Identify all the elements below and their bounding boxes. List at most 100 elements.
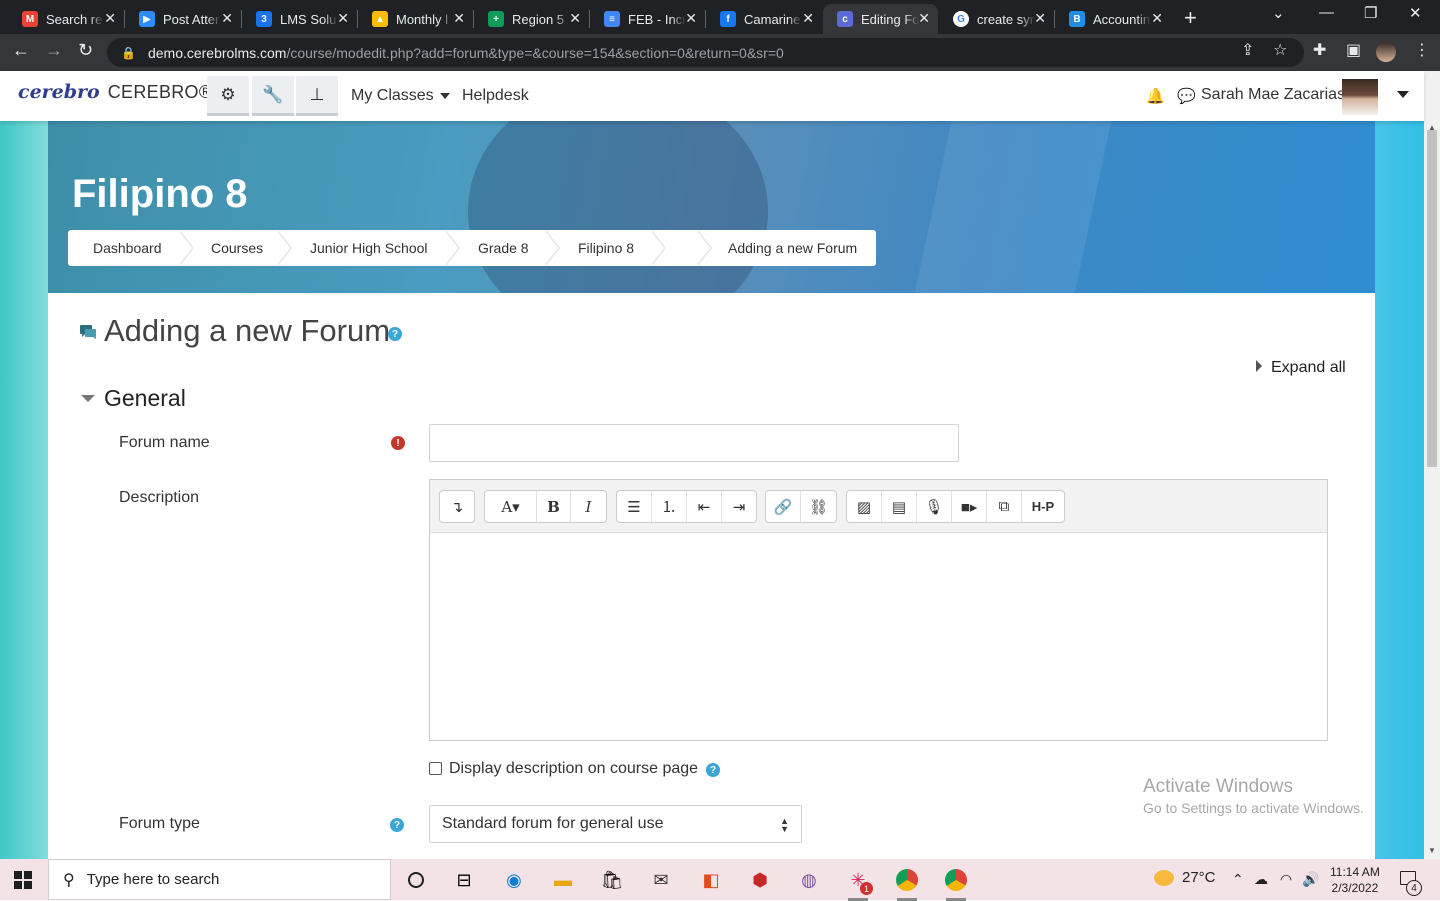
minimize-button[interactable]: — xyxy=(1319,4,1334,21)
collapse-general-icon[interactable] xyxy=(81,395,95,402)
site-logo[interactable]: cerebro CEREBRO® xyxy=(18,81,212,103)
forum-name-input[interactable] xyxy=(429,424,959,462)
expand-all-link[interactable]: Expand all xyxy=(1256,359,1346,377)
toolbar-toggle-icon[interactable]: ↴ xyxy=(440,491,474,522)
share-icon[interactable]: ⇪ xyxy=(1241,40,1254,60)
scrollbar-thumb[interactable] xyxy=(1427,130,1437,467)
bell-icon[interactable]: 🔔 xyxy=(1146,87,1165,105)
task-view-icon[interactable]: ⊟ xyxy=(451,867,477,893)
browser-tab[interactable]: 3 LMS Solut ✕ xyxy=(242,4,357,34)
unlink-icon[interactable]: ⛓ xyxy=(801,491,836,522)
volume-icon[interactable]: 🔊 xyxy=(1302,871,1319,888)
tab-search-icon[interactable]: ⌄ xyxy=(1272,4,1285,22)
my-classes-menu[interactable]: My Classes xyxy=(351,87,450,105)
scroll-up-icon[interactable]: ▲ xyxy=(1428,123,1436,132)
avatar[interactable] xyxy=(1342,79,1378,115)
show-hidden-icons-icon[interactable]: ⌃ xyxy=(1232,871,1244,888)
bookmark-star-icon[interactable]: ☆ xyxy=(1273,40,1287,60)
display-description-checkbox[interactable] xyxy=(429,762,442,775)
sidepanel-icon[interactable]: ▣ xyxy=(1346,40,1361,60)
windows-start-icon[interactable] xyxy=(14,871,32,889)
sitemap-icon[interactable]: ⊥ xyxy=(296,76,338,116)
breadcrumb-item-courses[interactable]: Courses xyxy=(211,240,263,256)
manage-files-icon[interactable]: ⧉ xyxy=(987,491,1022,522)
chrome-menu-icon[interactable]: ⋮ xyxy=(1414,40,1430,60)
help-icon[interactable]: ? xyxy=(706,763,720,777)
breadcrumb-item-grade-8[interactable]: Grade 8 xyxy=(478,240,529,256)
back-icon[interactable]: ← xyxy=(12,40,30,61)
close-icon[interactable]: ✕ xyxy=(221,10,233,27)
wrench-icon[interactable]: 🔧 xyxy=(252,76,294,116)
user-menu-chevron-icon[interactable] xyxy=(1397,91,1409,98)
close-icon[interactable]: ✕ xyxy=(918,10,930,27)
breadcrumb-item-filipino-8[interactable]: Filipino 8 xyxy=(578,240,634,256)
help-icon[interactable]: ? xyxy=(388,327,402,341)
forward-icon[interactable]: → xyxy=(45,40,63,61)
close-icon[interactable]: ✕ xyxy=(1034,10,1046,27)
file-explorer-icon[interactable]: ▬ xyxy=(550,867,576,893)
close-icon[interactable]: ✕ xyxy=(685,10,697,27)
restore-button[interactable]: ❐ xyxy=(1364,4,1377,22)
settings-gears-icon[interactable]: ⚙ xyxy=(207,76,249,116)
address-bar[interactable]: 🔒 demo.cerebrolms.com/course/modedit.php… xyxy=(107,38,1304,67)
helpdesk-link[interactable]: Helpdesk xyxy=(462,87,529,105)
indent-icon[interactable]: ⇥ xyxy=(722,491,756,522)
browser-tab[interactable]: B Accountin ✕ xyxy=(1055,4,1171,34)
record-audio-icon[interactable]: 🎙 xyxy=(917,491,952,522)
scroll-down-icon[interactable]: ▼ xyxy=(1428,846,1436,855)
description-textarea[interactable] xyxy=(430,534,1327,740)
browser-tab[interactable]: ▲ Monthly l ✕ xyxy=(358,4,473,34)
onedrive-icon[interactable]: ☁ xyxy=(1254,871,1268,888)
viber-icon[interactable]: ◍ xyxy=(796,867,822,893)
chrome-profile-icon[interactable] xyxy=(943,867,969,901)
new-tab-button[interactable]: + xyxy=(1184,5,1197,31)
cortana-icon[interactable] xyxy=(403,867,429,893)
profile-avatar[interactable] xyxy=(1376,42,1396,62)
image-icon[interactable]: ▨ xyxy=(847,491,882,522)
browser-tab[interactable]: + Region 5 ✕ xyxy=(474,4,589,34)
store-icon[interactable]: 🛍 xyxy=(599,867,625,893)
wifi-icon[interactable]: ◠ xyxy=(1280,871,1292,888)
user-name[interactable]: Sarah Mae Zacarias xyxy=(1201,86,1345,104)
mail-icon[interactable]: ✉ xyxy=(648,867,674,893)
close-icon[interactable]: ✕ xyxy=(337,10,349,27)
bold-icon[interactable]: B xyxy=(537,491,571,522)
office-icon[interactable]: ◧ xyxy=(698,867,724,893)
chat-icon[interactable]: 💬 xyxy=(1177,87,1196,105)
font-style-icon[interactable]: A▾ xyxy=(485,491,537,522)
browser-tab[interactable]: Gcreate syn ✕ xyxy=(939,4,1054,34)
help-icon[interactable]: ? xyxy=(390,818,404,832)
browser-tab[interactable]: f Camarine ✕ xyxy=(706,4,822,34)
close-icon[interactable]: ✕ xyxy=(104,10,116,27)
browser-tab[interactable]: ≡ FEB - Incr ✕ xyxy=(590,4,705,34)
forum-type-select[interactable]: Standard forum for general use ▲ ▼ xyxy=(429,805,802,843)
reload-icon[interactable]: ↻ xyxy=(78,40,93,61)
browser-tab[interactable]: c Editing Fo ✕ xyxy=(823,4,938,34)
italic-icon[interactable]: I xyxy=(571,491,606,522)
browser-tab[interactable]: ▶ Post Atter ✕ xyxy=(125,4,241,34)
slack-icon[interactable]: ✳ 1 xyxy=(845,867,873,901)
app-red-icon[interactable]: ⬢ xyxy=(747,867,773,893)
media-icon[interactable]: ▤ xyxy=(882,491,917,522)
clock[interactable]: 11:14 AM 2/3/2022 xyxy=(1330,864,1380,896)
chrome-icon[interactable] xyxy=(894,867,920,901)
link-icon[interactable]: 🔗 xyxy=(766,491,801,522)
close-icon[interactable]: ✕ xyxy=(453,10,465,27)
record-video-icon[interactable]: ■▸ xyxy=(952,491,987,522)
ordered-list-icon[interactable]: ⒈ xyxy=(652,491,687,522)
section-title-general[interactable]: General xyxy=(104,385,186,412)
extensions-icon[interactable]: ✚ xyxy=(1313,40,1326,60)
close-icon[interactable]: ✕ xyxy=(802,10,814,27)
outdent-icon[interactable]: ⇤ xyxy=(687,491,722,522)
breadcrumb-item-junior-high[interactable]: Junior High School xyxy=(310,240,428,256)
close-icon[interactable]: ✕ xyxy=(569,10,581,27)
unordered-list-icon[interactable]: ☰ xyxy=(617,491,652,522)
close-window-button[interactable]: ✕ xyxy=(1409,4,1422,22)
weather-widget[interactable]: 27°C xyxy=(1154,869,1216,886)
breadcrumb-item-dashboard[interactable]: Dashboard xyxy=(93,240,162,256)
close-icon[interactable]: ✕ xyxy=(1151,10,1163,27)
edge-icon[interactable]: ◉ xyxy=(501,867,527,893)
taskbar-search-box[interactable]: ⚲ Type here to search xyxy=(48,859,391,900)
h5p-icon[interactable]: H-P xyxy=(1022,491,1064,522)
display-description-label[interactable]: Display description on course page xyxy=(449,760,698,778)
